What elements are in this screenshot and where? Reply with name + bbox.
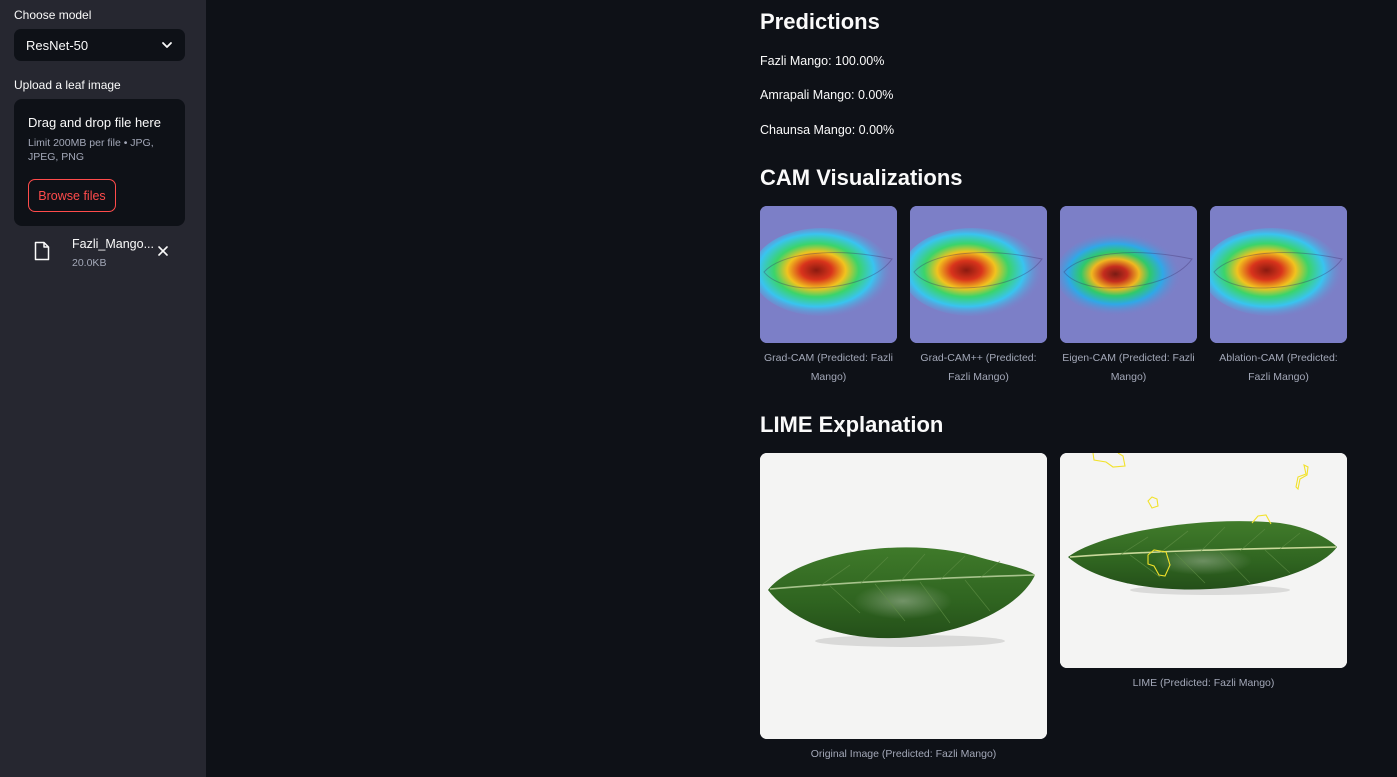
lime-card: LIME (Predicted: Fazli Mango) (1060, 453, 1347, 693)
prediction-item: Amrapali Mango: 0.00% (760, 88, 894, 102)
lime-caption: Original Image (Predicted: Fazli Mango) (810, 748, 997, 760)
file-name: Fazli_Mango... (72, 237, 154, 251)
model-select-value: ResNet-50 (26, 37, 89, 53)
prediction-item: Chaunsa Mango: 0.00% (760, 123, 895, 137)
cam-card: Ablation-CAM (Predicted: Fazli Mango) (1210, 206, 1347, 387)
file-icon (34, 241, 50, 261)
file-dropzone[interactable]: Drag and drop file here Limit 200MB per … (14, 99, 185, 226)
sidebar: Choose model ResNet-50 Upload a leaf ima… (0, 0, 206, 777)
gradcam-plus-plus-image (910, 206, 1047, 343)
ablationcam-image (1210, 206, 1347, 343)
cam-caption: Grad-CAM++ (Predicted: Fazli Mango) (920, 352, 1037, 383)
model-select-label: Choose model (14, 8, 92, 22)
cam-card: Eigen-CAM (Predicted: Fazli Mango) (1060, 206, 1197, 387)
upload-label: Upload a leaf image (14, 78, 121, 92)
model-select[interactable]: ResNet-50 (14, 29, 185, 61)
cam-caption: Ablation-CAM (Predicted: Fazli Mango) (1219, 352, 1338, 383)
dropzone-limit: Limit 200MB per file • JPG, JPEG, PNG (28, 137, 154, 163)
cam-caption: Eigen-CAM (Predicted: Fazli Mango) (1062, 352, 1195, 383)
lime-card: Original Image (Predicted: Fazli Mango) (760, 453, 1047, 764)
browse-files-button[interactable]: Browse files (28, 179, 116, 212)
chevron-down-icon (162, 42, 172, 48)
file-size: 20.0KB (72, 257, 107, 269)
prediction-item: Fazli Mango: 100.00% (760, 54, 885, 68)
uploaded-file: Fazli_Mango... 20.0KB (14, 235, 185, 275)
eigencam-image (1060, 206, 1197, 343)
original-leaf-image (760, 453, 1047, 739)
gradcam-image (760, 206, 897, 343)
cam-card: Grad-CAM (Predicted: Fazli Mango) (760, 206, 897, 387)
cam-card: Grad-CAM++ (Predicted: Fazli Mango) (910, 206, 1047, 387)
predictions-heading: Predictions (760, 9, 880, 34)
lime-heading: LIME Explanation (760, 412, 944, 437)
cam-caption: Grad-CAM (Predicted: Fazli Mango) (764, 352, 893, 383)
dropzone-title: Drag and drop file here (28, 115, 161, 130)
lime-caption: LIME (Predicted: Fazli Mango) (1132, 677, 1275, 689)
lime-explanation-image (1060, 453, 1347, 668)
cam-heading: CAM Visualizations (760, 165, 963, 190)
close-icon[interactable] (157, 245, 169, 257)
